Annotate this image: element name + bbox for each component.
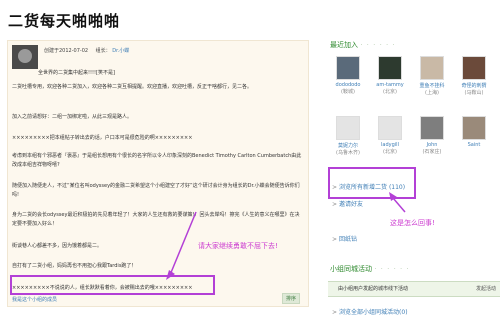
arrow-right-icon: > — [332, 236, 338, 243]
activity-row-label: 由小组用户发起的城市线下活动 — [338, 286, 409, 292]
member-avatar[interactable] — [462, 56, 486, 80]
arrow-head — [166, 270, 175, 280]
member-city: (马鞍山) — [464, 90, 484, 96]
member-avatar[interactable] — [420, 56, 444, 80]
member-card[interactable]: 奇怪的刺猬 (马鞍山) — [456, 56, 492, 96]
member-name[interactable]: 重鱼不挂科 — [414, 82, 450, 89]
member-name[interactable]: 莫妮力尔 — [330, 142, 366, 149]
start-activity-link[interactable]: 发起活动 — [476, 282, 496, 296]
member-card[interactable]: 莫妮力尔 (乌鲁木齐) — [330, 116, 366, 156]
member-card[interactable]: 重鱼不挂科 (上海) — [414, 56, 450, 96]
annotation-note: 这是怎么回事! — [390, 219, 435, 227]
member-city: (鞍城) — [341, 89, 355, 95]
member-city: (石家庄) — [422, 149, 442, 155]
member-card[interactable]: John (石家庄) — [414, 116, 450, 155]
arrow-right-icon: > — [332, 201, 338, 208]
member-avatar[interactable] — [462, 116, 486, 140]
invite-link[interactable]: > 邀请好友 — [332, 199, 363, 208]
activity-more-link[interactable]: > 浏览全部小组同城活动(0) — [332, 307, 408, 316]
browse-all-link[interactable]: > 浏览所有新增二货 (110) — [332, 182, 405, 191]
member-city: (北京) — [383, 149, 397, 155]
member-avatar[interactable] — [420, 116, 444, 140]
member-card[interactable]: am-tammy (北京) — [372, 56, 408, 95]
member-name[interactable]: 奇怪的刺猬 — [456, 82, 492, 89]
member-city: (北京) — [383, 89, 397, 95]
member-card[interactable]: Saint — [456, 116, 492, 148]
member-name[interactable]: Saint — [456, 142, 492, 148]
arrow-right-icon: > — [332, 184, 338, 191]
arrow-right-icon: > — [332, 309, 338, 316]
member-avatar[interactable] — [378, 56, 402, 80]
member-avatar[interactable] — [378, 116, 402, 140]
member-card[interactable]: ladygill (北京) — [372, 116, 408, 155]
recent-title: 最近加入 · · · · · · — [330, 41, 396, 49]
activity-row: 由小组用户发起的城市线下活动 发起活动 — [328, 281, 500, 297]
member-city: (乌鲁木齐) — [336, 150, 360, 156]
member-avatar[interactable] — [336, 116, 360, 140]
activity-title: 小组同城活动 · · · · · · — [330, 265, 410, 273]
member-city: (上海) — [425, 90, 439, 96]
member-card[interactable]: dodododo (鞍城) — [330, 56, 366, 95]
pointer-arrow — [169, 211, 197, 276]
member-avatar[interactable] — [336, 56, 360, 80]
back-link[interactable]: > 回纸钻 — [332, 234, 357, 243]
sidebar: 最近加入 · · · · · · dodododo (鞍城) am-tammy … — [328, 0, 500, 321]
